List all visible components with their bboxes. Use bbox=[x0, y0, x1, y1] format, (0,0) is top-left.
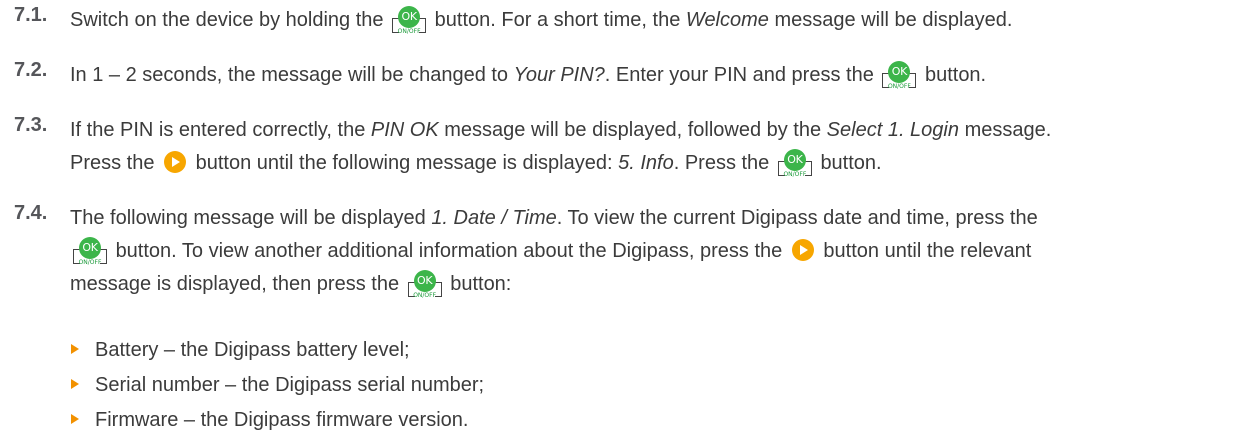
ok-onoff-button-icon: OK ON/OFF bbox=[881, 59, 917, 92]
info-bullet-list: Battery – the Digipass battery level; Se… bbox=[68, 336, 484, 441]
ok-onoff-button-icon: OK ON/OFF bbox=[777, 147, 813, 180]
bullet-arrow-icon bbox=[71, 414, 79, 424]
step-text: Press the button until the following mes… bbox=[70, 147, 1249, 180]
ok-onoff-button-icon: OK ON/OFF bbox=[72, 235, 108, 268]
step-number: 7.4. bbox=[14, 202, 48, 224]
right-arrow-button-icon bbox=[164, 151, 187, 173]
step-number: 7.1. bbox=[14, 4, 48, 26]
right-arrow-button-icon bbox=[791, 239, 814, 261]
ok-onoff-button-icon: OK ON/OFF bbox=[407, 268, 443, 301]
bullet-arrow-icon bbox=[71, 344, 79, 354]
step-text: In 1 – 2 seconds, the message will be ch… bbox=[70, 59, 1249, 92]
step-text: message is displayed, then press the OK O… bbox=[70, 268, 1249, 301]
step-7-3: 7.3. If the PIN is entered correctly, th… bbox=[14, 114, 1249, 180]
step-7-2: 7.2. In 1 – 2 seconds, the message will … bbox=[14, 59, 1249, 92]
ok-onoff-button-icon: OK ON/OFF bbox=[391, 4, 427, 37]
step-number: 7.3. bbox=[14, 114, 48, 136]
step-text: OK ON/OFF button. To view another additio… bbox=[70, 235, 1249, 268]
bullet-item-battery: Battery – the Digipass battery level; bbox=[68, 336, 484, 371]
step-text: Switch on the device by holding the OK ON… bbox=[70, 4, 1249, 37]
step-text: The following message will be displayed … bbox=[70, 207, 1038, 229]
step-7-1: 7.1. Switch on the device by holding the… bbox=[14, 4, 1249, 37]
step-text: If the PIN is entered correctly, the PIN… bbox=[70, 119, 1052, 141]
bullet-item-serial-number: Serial number – the Digipass serial numb… bbox=[68, 371, 484, 406]
bullet-item-firmware: Firmware – the Digipass firmware version… bbox=[68, 406, 484, 441]
step-number: 7.2. bbox=[14, 59, 48, 81]
bullet-arrow-icon bbox=[71, 379, 79, 389]
step-7-4: 7.4. The following message will be displ… bbox=[14, 202, 1249, 301]
